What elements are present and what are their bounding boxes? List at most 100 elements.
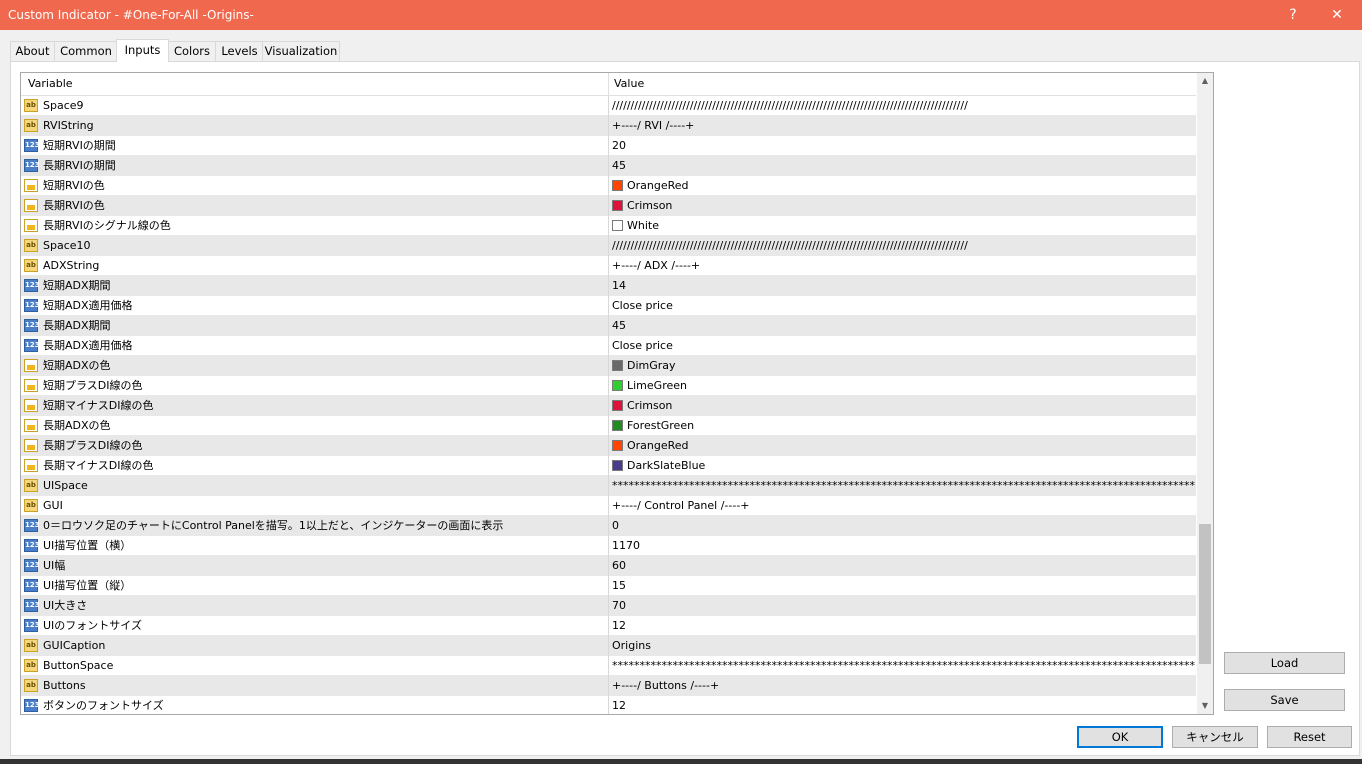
table-row[interactable]: ab Space9 ////////////////////////////////… xyxy=(21,96,1196,116)
column-divider[interactable] xyxy=(608,73,609,95)
value-cell[interactable]: DarkSlateBlue xyxy=(612,456,705,475)
ok-button[interactable]: OK xyxy=(1077,726,1163,748)
table-row[interactable]: ab Space10 ///////////////////////////////… xyxy=(21,236,1196,256)
table-row[interactable]: 長期RVIのシグナル線の色 White xyxy=(21,216,1196,236)
cell-divider xyxy=(608,96,609,116)
value-cell[interactable]: Close price xyxy=(612,296,673,315)
variable-name: UI幅 xyxy=(43,559,66,572)
value-cell[interactable]: 12 xyxy=(612,696,626,714)
value-cell[interactable]: +----/ ADX /----+ xyxy=(612,256,700,275)
table-row[interactable]: 123 0＝ロウソク足のチャートにControl Panelを描写。1以上だと、イ… xyxy=(21,516,1196,536)
value-cell[interactable]: 60 xyxy=(612,556,626,575)
value-cell[interactable]: 45 xyxy=(612,316,626,335)
value-cell[interactable]: +----/ Control Panel /----+ xyxy=(612,496,750,515)
value-text: DimGray xyxy=(627,359,676,372)
color-swatch xyxy=(612,220,623,231)
tab-levels[interactable]: Levels xyxy=(215,41,264,61)
value-cell[interactable]: OrangeRed xyxy=(612,436,689,455)
string-type-icon: ab xyxy=(24,659,38,672)
table-row[interactable]: 長期マイナスDI線の色 DarkSlateBlue xyxy=(21,456,1196,476)
value-cell[interactable]: Crimson xyxy=(612,396,672,415)
table-row[interactable]: 短期ADXの色 DimGray xyxy=(21,356,1196,376)
table-row[interactable]: 短期マイナスDI線の色 Crimson xyxy=(21,396,1196,416)
string-type-icon: ab xyxy=(24,499,38,512)
load-button[interactable]: Load xyxy=(1224,652,1345,674)
table-row[interactable]: 123 UI大きさ 70 xyxy=(21,596,1196,616)
value-cell[interactable]: 15 xyxy=(612,576,626,595)
scroll-down-arrow-icon[interactable]: ▼ xyxy=(1197,698,1213,714)
value-column-header[interactable]: Value xyxy=(614,77,644,90)
table-row[interactable]: 短期RVIの色 OrangeRed xyxy=(21,176,1196,196)
value-cell[interactable]: DimGray xyxy=(612,356,676,375)
color-type-icon xyxy=(24,179,38,192)
table-row[interactable]: ab UISpace *******************************… xyxy=(21,476,1196,496)
table-row[interactable]: 短期プラスDI線の色 LimeGreen xyxy=(21,376,1196,396)
table-row[interactable]: ab Buttons +----/ Buttons /----+ xyxy=(21,676,1196,696)
scroll-up-arrow-icon[interactable]: ▲ xyxy=(1197,73,1213,89)
tab-inputs[interactable]: Inputs xyxy=(116,39,169,62)
tab-about[interactable]: About xyxy=(10,41,55,61)
value-cell[interactable]: White xyxy=(612,216,659,235)
value-cell[interactable]: 1170 xyxy=(612,536,640,555)
value-cell[interactable]: 45 xyxy=(612,156,626,175)
table-row[interactable]: 123 長期ADX適用価格 Close price xyxy=(21,336,1196,356)
value-text: ////////////////////////////////////////… xyxy=(612,99,968,112)
table-row[interactable]: 123 短期ADX適用価格 Close price xyxy=(21,296,1196,316)
table-row[interactable]: ab GUICaption Origins xyxy=(21,636,1196,656)
table-row[interactable]: 123 短期RVIの期間 20 xyxy=(21,136,1196,156)
cell-divider xyxy=(608,376,609,396)
value-cell[interactable]: Crimson xyxy=(612,196,672,215)
value-cell[interactable]: 12 xyxy=(612,616,626,635)
table-row[interactable]: 長期RVIの色 Crimson xyxy=(21,196,1196,216)
table-row[interactable]: 123 短期ADX期間 14 xyxy=(21,276,1196,296)
close-button[interactable]: ✕ xyxy=(1314,0,1360,30)
reset-button[interactable]: Reset xyxy=(1267,726,1352,748)
value-text: 1170 xyxy=(612,539,640,552)
table-row[interactable]: 123 UI描写位置（横） 1170 xyxy=(21,536,1196,556)
value-cell[interactable]: ////////////////////////////////////////… xyxy=(612,236,968,255)
table-row[interactable]: 123 ボタンのフォントサイズ 12 xyxy=(21,696,1196,714)
table-row[interactable]: 長期プラスDI線の色 OrangeRed xyxy=(21,436,1196,456)
table-row[interactable]: 123 長期ADX期間 45 xyxy=(21,316,1196,336)
cancel-button[interactable]: キャンセル xyxy=(1172,726,1258,748)
value-cell[interactable]: ////////////////////////////////////////… xyxy=(612,96,968,115)
color-type-icon xyxy=(24,459,38,472)
save-button[interactable]: Save xyxy=(1224,689,1345,711)
value-cell[interactable]: Close price xyxy=(612,336,673,355)
table-row[interactable]: 123 UIのフォントサイズ 12 xyxy=(21,616,1196,636)
table-row[interactable]: ab ADXString +----/ ADX /----+ xyxy=(21,256,1196,276)
cell-divider xyxy=(608,336,609,356)
value-cell[interactable]: 70 xyxy=(612,596,626,615)
string-type-icon: ab xyxy=(24,119,38,132)
table-row[interactable]: ab RVIString +----/ RVI /----+ xyxy=(21,116,1196,136)
value-cell[interactable]: LimeGreen xyxy=(612,376,687,395)
table-row[interactable]: 123 長期RVIの期間 45 xyxy=(21,156,1196,176)
tab-visualization[interactable]: Visualization xyxy=(262,41,340,61)
value-cell[interactable]: 20 xyxy=(612,136,626,155)
table-row[interactable]: 長期ADXの色 ForestGreen xyxy=(21,416,1196,436)
value-cell[interactable]: ****************************************… xyxy=(612,656,1195,675)
table-row[interactable]: ab GUI +----/ Control Panel /----+ xyxy=(21,496,1196,516)
table-row[interactable]: ab ButtonSpace ***************************… xyxy=(21,656,1196,676)
color-swatch xyxy=(612,200,623,211)
table-row[interactable]: 123 UI描写位置（縦） 15 xyxy=(21,576,1196,596)
string-type-icon: ab xyxy=(24,639,38,652)
value-cell[interactable]: 0 xyxy=(612,516,619,535)
scrollbar-thumb[interactable] xyxy=(1199,524,1211,664)
number-type-icon: 123 xyxy=(24,299,40,312)
value-cell[interactable]: OrangeRed xyxy=(612,176,689,195)
value-cell[interactable]: Origins xyxy=(612,636,651,655)
vertical-scrollbar[interactable]: ▲ ▼ xyxy=(1197,73,1213,714)
table-row[interactable]: 123 UI幅 60 xyxy=(21,556,1196,576)
help-button[interactable]: ? xyxy=(1270,0,1316,30)
value-cell[interactable]: +----/ Buttons /----+ xyxy=(612,676,719,695)
value-text: 20 xyxy=(612,139,626,152)
tab-common[interactable]: Common xyxy=(54,41,118,61)
value-cell[interactable]: +----/ RVI /----+ xyxy=(612,116,694,135)
value-cell[interactable]: ****************************************… xyxy=(612,476,1195,495)
variable-column-header[interactable]: Variable xyxy=(28,77,73,90)
value-cell[interactable]: 14 xyxy=(612,276,626,295)
tab-colors[interactable]: Colors xyxy=(167,41,217,61)
value-cell[interactable]: ForestGreen xyxy=(612,416,694,435)
string-type-icon: ab xyxy=(24,259,38,272)
